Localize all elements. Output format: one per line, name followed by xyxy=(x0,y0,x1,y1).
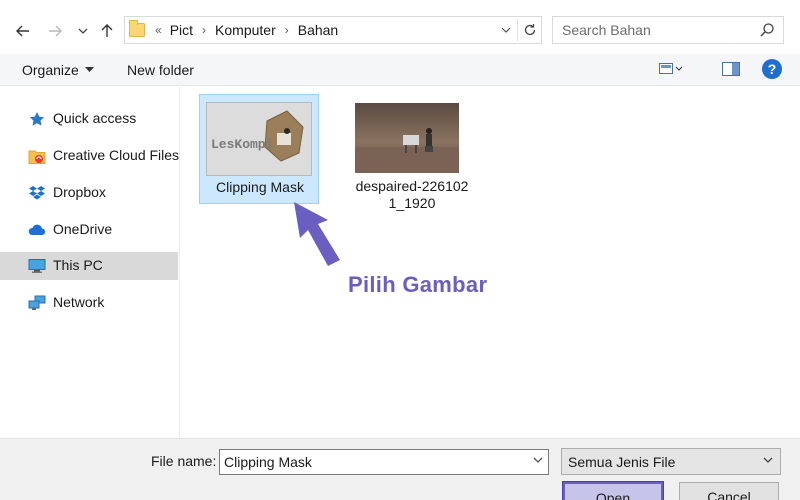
filename-label: File name: xyxy=(151,453,217,469)
folder-icon xyxy=(129,20,145,37)
arrow-right-icon xyxy=(49,25,62,37)
forward-button[interactable] xyxy=(44,20,66,42)
filename-value: Clipping Mask xyxy=(224,454,312,470)
file-item-despaired[interactable]: despaired-226102 1_1920 xyxy=(352,94,472,211)
new-folder-label: New folder xyxy=(127,62,194,78)
network-icon xyxy=(28,295,46,310)
arrow-left-icon xyxy=(16,25,29,37)
chevron-down-icon xyxy=(78,28,88,34)
monitor-icon xyxy=(28,259,46,273)
divider xyxy=(517,19,518,41)
file-thumbnail: LesKompi xyxy=(206,102,312,176)
new-folder-button[interactable]: New folder xyxy=(127,60,194,80)
help-button[interactable]: ? xyxy=(762,59,782,79)
nav-item-label: Network xyxy=(53,294,105,310)
chevron-down-icon[interactable] xyxy=(532,454,544,466)
breadcrumb-separator-icon: › xyxy=(202,23,207,37)
filetype-value: Semua Jenis File xyxy=(568,453,676,470)
breadcrumb-bahan[interactable]: Bahan xyxy=(298,22,338,38)
view-options-icon xyxy=(659,63,683,74)
file-thumbnail xyxy=(355,103,459,173)
organize-button[interactable]: Organize xyxy=(22,60,94,80)
open-label: Open xyxy=(595,490,631,500)
search-placeholder: Search Bahan xyxy=(562,22,651,38)
address-bar[interactable]: « Pict › Komputer › Bahan xyxy=(124,16,542,44)
breadcrumb-komputer[interactable]: Komputer xyxy=(215,22,276,38)
filetype-select[interactable]: Semua Jenis File xyxy=(561,448,781,475)
organize-label: Organize xyxy=(22,62,79,78)
chevron-down-icon xyxy=(501,27,511,33)
preview-pane-icon xyxy=(722,62,740,76)
arrow-up-icon xyxy=(101,24,113,37)
file-name-line-2: 1_1920 xyxy=(388,195,436,211)
annotation-arrow-icon xyxy=(294,202,340,266)
cloud-icon xyxy=(28,224,46,235)
nav-item-label: Quick access xyxy=(53,110,137,126)
nav-item-dropbox[interactable]: Dropbox xyxy=(0,179,178,207)
back-button[interactable] xyxy=(12,20,34,42)
nav-item-creative-cloud-files[interactable]: Creative Cloud Files xyxy=(0,142,180,170)
address-dropdown-button[interactable] xyxy=(497,21,515,39)
refresh-button[interactable] xyxy=(519,19,541,41)
nav-item-onedrive[interactable]: OneDrive xyxy=(0,216,178,244)
file-name: Clipping Mask xyxy=(216,179,304,195)
nav-item-quick-access[interactable]: Quick access xyxy=(0,105,178,133)
recent-locations-button[interactable] xyxy=(72,20,94,42)
photo-thumbnail xyxy=(355,128,459,173)
change-view-button[interactable] xyxy=(659,61,683,77)
nav-item-this-pc[interactable]: This PC xyxy=(0,252,178,280)
cancel-button[interactable]: Cancel xyxy=(679,482,779,500)
nav-item-label: This PC xyxy=(53,257,103,273)
nav-item-network[interactable]: Network xyxy=(0,289,178,317)
thumbnail-logo-text: LesKompi xyxy=(211,137,274,152)
nav-item-label: OneDrive xyxy=(53,221,113,237)
breadcrumb-separator-icon: › xyxy=(284,23,289,37)
nav-item-label: Creative Cloud Files xyxy=(53,147,180,163)
search-icon xyxy=(760,23,774,37)
star-icon xyxy=(29,112,45,126)
caret-down-icon xyxy=(84,67,94,72)
file-name-line-1: despaired-226102 xyxy=(355,178,469,194)
chevron-down-icon xyxy=(763,457,773,463)
file-open-dialog: « Pict › Komputer › Bahan Search Bahan O… xyxy=(0,0,800,500)
nav-item-label: Dropbox xyxy=(53,184,106,200)
title-bar xyxy=(0,0,800,12)
file-item-clipping-mask[interactable]: LesKompi Clipping Mask xyxy=(199,94,319,204)
open-button[interactable]: Open xyxy=(563,482,663,500)
help-icon: ? xyxy=(767,61,777,77)
filename-input[interactable]: Clipping Mask xyxy=(219,449,549,475)
preview-pane-button[interactable] xyxy=(722,61,740,77)
breadcrumb-pict[interactable]: Pict xyxy=(170,22,193,38)
up-button[interactable] xyxy=(96,20,118,42)
creative-cloud-icon xyxy=(28,150,46,164)
breadcrumb-overflow[interactable]: « xyxy=(155,23,162,37)
cancel-label: Cancel xyxy=(707,489,751,500)
refresh-icon xyxy=(524,24,536,36)
search-input[interactable]: Search Bahan xyxy=(552,16,784,44)
annotation-label: Pilih Gambar xyxy=(348,272,488,297)
dropbox-icon xyxy=(29,186,45,200)
